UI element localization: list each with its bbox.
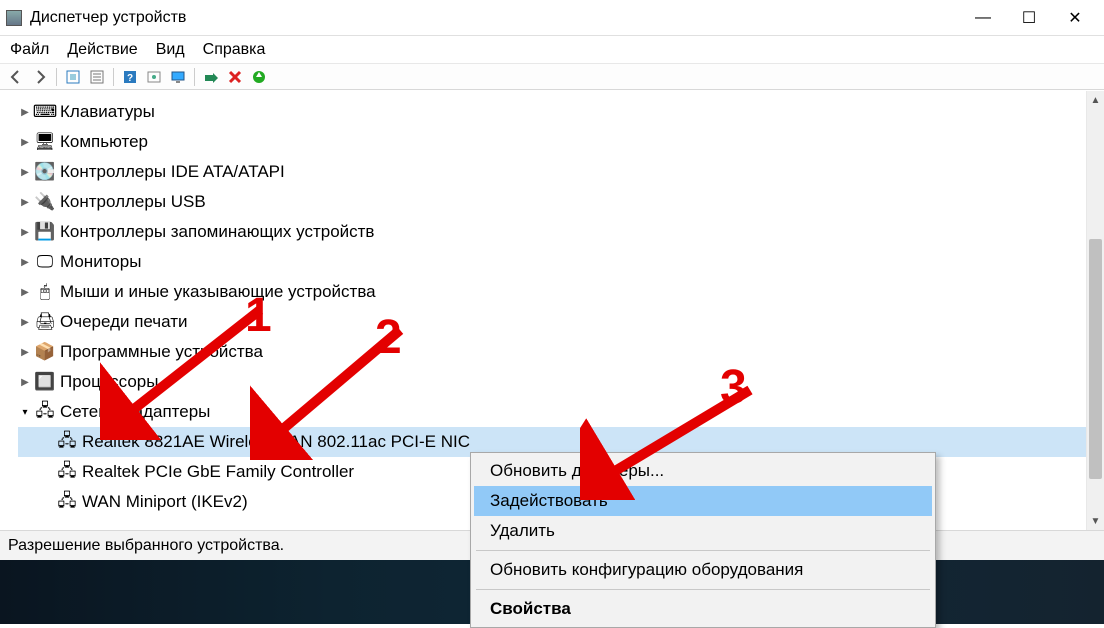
usb-icon: 🔌: [36, 195, 54, 209]
tree-label: Программные устройства: [60, 342, 263, 362]
toolbar: ?: [0, 64, 1104, 90]
tree-label: Процессоры: [60, 372, 158, 392]
context-properties[interactable]: Свойства: [474, 594, 932, 624]
context-update-drivers[interactable]: Обновить драйверы...: [474, 456, 932, 486]
drive-icon: 💽: [36, 165, 54, 179]
menubar: Файл Действие Вид Справка: [0, 36, 1104, 64]
show-hidden-button[interactable]: [63, 67, 83, 87]
tree-label: Клавиатуры: [60, 102, 155, 122]
context-separator: [476, 589, 930, 590]
chevron-right-icon[interactable]: ▶: [18, 285, 32, 299]
menu-help[interactable]: Справка: [203, 41, 266, 59]
scroll-up-icon[interactable]: ▲: [1087, 91, 1104, 109]
menu-action[interactable]: Действие: [67, 41, 137, 59]
tree-node-ide[interactable]: ▶ 💽 Контроллеры IDE ATA/ATAPI: [18, 157, 1086, 187]
enable-button[interactable]: [201, 67, 221, 87]
tree-node-storage[interactable]: ▶ 💾 Контроллеры запоминающих устройств: [18, 217, 1086, 247]
tree-label: WAN Miniport (IKEv2): [82, 492, 248, 512]
chevron-right-icon[interactable]: ▶: [18, 375, 32, 389]
tree-label: Контроллеры запоминающих устройств: [60, 222, 374, 242]
chevron-down-icon[interactable]: ▾: [18, 405, 32, 419]
menu-file[interactable]: Файл: [10, 41, 49, 59]
context-separator: [476, 550, 930, 551]
chevron-right-icon[interactable]: ▶: [18, 315, 32, 329]
tree-node-monitors[interactable]: ▶ 🖵 Мониторы: [18, 247, 1086, 277]
software-icon: 📦: [36, 345, 54, 359]
computer-icon: 🖥: [36, 135, 54, 149]
tree-label: Мониторы: [60, 252, 141, 272]
scroll-down-icon[interactable]: ▼: [1087, 512, 1104, 530]
chevron-right-icon[interactable]: ▶: [18, 165, 32, 179]
tree-label: Контроллеры USB: [60, 192, 206, 212]
help-button[interactable]: ?: [120, 67, 140, 87]
tree-label: Мыши и иные указывающие устройства: [60, 282, 376, 302]
scroll-thumb[interactable]: [1089, 239, 1102, 479]
tree-node-software[interactable]: ▶ 📦 Программные устройства: [18, 337, 1086, 367]
back-button[interactable]: [6, 67, 26, 87]
context-delete[interactable]: Удалить: [474, 516, 932, 546]
sep: [56, 68, 57, 86]
tree-node-usb[interactable]: ▶ 🔌 Контроллеры USB: [18, 187, 1086, 217]
annotation-number-3: 3: [720, 360, 747, 415]
context-scan-hardware[interactable]: Обновить конфигурацию оборудования: [474, 555, 932, 585]
tree-node-computer[interactable]: ▶ 🖥 Компьютер: [18, 127, 1086, 157]
minimize-button[interactable]: —: [960, 3, 1006, 33]
monitor-button[interactable]: [168, 67, 188, 87]
chevron-right-icon[interactable]: ▶: [18, 135, 32, 149]
tree-node-keyboards[interactable]: ▶ ⌨ Клавиатуры: [18, 97, 1086, 127]
svg-text:?: ?: [127, 73, 133, 84]
tree-label: Контроллеры IDE ATA/ATAPI: [60, 162, 285, 182]
tree-label: Очереди печати: [60, 312, 188, 332]
titlebar: Диспетчер устройств — ☐ ✕: [0, 0, 1104, 36]
monitor-icon: 🖵: [36, 255, 54, 269]
mouse-icon: 🖱: [36, 285, 54, 299]
tree-label: Realtek 8821AE Wireless LAN 802.11ac PCI…: [82, 432, 470, 452]
chevron-right-icon[interactable]: ▶: [18, 255, 32, 269]
properties-button[interactable]: [87, 67, 107, 87]
network-adapter-icon: 🖧: [58, 495, 76, 509]
keyboard-icon: ⌨: [36, 105, 54, 119]
annotation-number-1: 1: [245, 288, 272, 343]
tree-label: Сетевые адаптеры: [60, 402, 210, 422]
tree-node-printqueues[interactable]: ▶ 🖨 Очереди печати: [18, 307, 1086, 337]
status-text: Разрешение выбранного устройства.: [8, 537, 284, 555]
vertical-scrollbar[interactable]: ▲ ▼: [1086, 91, 1104, 530]
tree-node-mice[interactable]: ▶ 🖱 Мыши и иные указывающие устройства: [18, 277, 1086, 307]
sep: [194, 68, 195, 86]
cpu-icon: 🔲: [36, 375, 54, 389]
chevron-right-icon[interactable]: ▶: [18, 195, 32, 209]
annotation-number-2: 2: [375, 310, 402, 365]
printer-icon: 🖨: [36, 315, 54, 329]
close-button[interactable]: ✕: [1052, 3, 1098, 33]
chevron-right-icon[interactable]: ▶: [18, 225, 32, 239]
tree-label: Компьютер: [60, 132, 148, 152]
context-enable[interactable]: Задействовать: [474, 486, 932, 516]
update-button[interactable]: [249, 67, 269, 87]
tree-node-processors[interactable]: ▶ 🔲 Процессоры: [18, 367, 1086, 397]
forward-button[interactable]: [30, 67, 50, 87]
network-icon: 🖧: [36, 405, 54, 419]
network-adapter-icon: 🖧: [58, 465, 76, 479]
scan-button[interactable]: [144, 67, 164, 87]
window-title: Диспетчер устройств: [30, 9, 186, 27]
tree-node-network-adapters[interactable]: ▾ 🖧 Сетевые адаптеры: [18, 397, 1086, 427]
disable-button[interactable]: [225, 67, 245, 87]
tree-label: Realtek PCIe GbE Family Controller: [82, 462, 354, 482]
app-icon: [6, 10, 22, 26]
storage-icon: 💾: [36, 225, 54, 239]
scroll-track[interactable]: [1087, 109, 1104, 512]
chevron-right-icon[interactable]: ▶: [18, 345, 32, 359]
network-adapter-icon: 🖧: [58, 435, 76, 449]
chevron-right-icon[interactable]: ▶: [18, 105, 32, 119]
sep: [113, 68, 114, 86]
context-menu: Обновить драйверы... Задействовать Удали…: [470, 452, 936, 628]
maximize-button[interactable]: ☐: [1006, 3, 1052, 33]
menu-view[interactable]: Вид: [156, 41, 185, 59]
